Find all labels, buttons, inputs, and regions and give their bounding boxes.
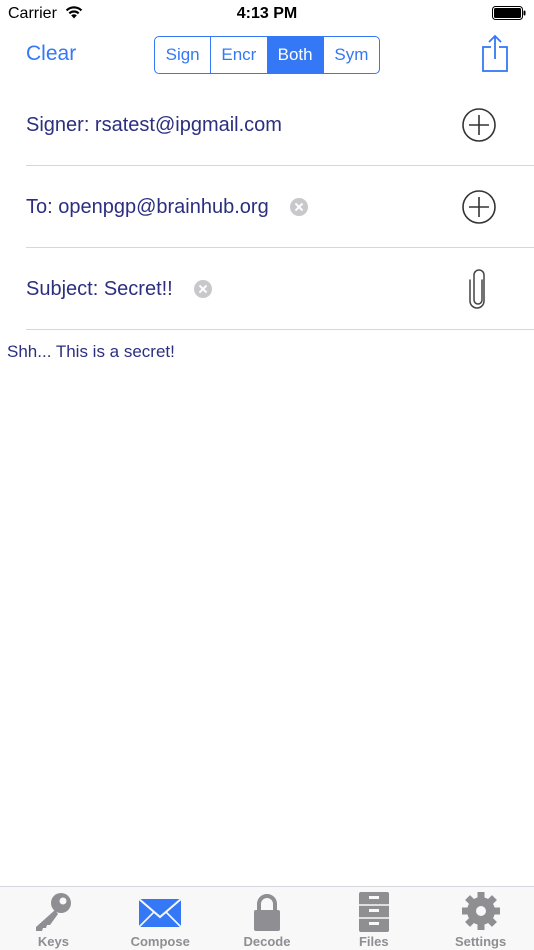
- add-recipient-icon[interactable]: [461, 189, 497, 225]
- tab-files[interactable]: Files: [320, 887, 427, 950]
- subject-row[interactable]: Subject: Secret!!: [26, 248, 534, 330]
- signer-row[interactable]: Signer: rsatest@ipgmail.com: [26, 84, 534, 166]
- tab-keys[interactable]: Keys: [0, 887, 107, 950]
- signer-label: Signer: rsatest@ipgmail.com: [26, 113, 282, 136]
- tab-compose-label: Compose: [130, 934, 190, 949]
- clear-recipient-icon[interactable]: [289, 198, 308, 216]
- key-icon: [36, 893, 72, 931]
- file-cabinet-icon: [358, 892, 389, 932]
- status-bar: Carrier 4:13 PM: [0, 0, 534, 28]
- battery-icon: [492, 6, 526, 20]
- lock-icon: [253, 894, 280, 931]
- tab-settings[interactable]: Settings: [427, 887, 534, 950]
- share-icon[interactable]: [480, 34, 510, 74]
- subject-label: Subject: Secret!!: [26, 277, 173, 300]
- recipient-row[interactable]: To: openpgp@brainhub.org: [26, 166, 534, 248]
- tab-bar: Keys Compose Decode Files Settings: [0, 886, 534, 950]
- mode-segmented-control[interactable]: Sign Encr Both Sym: [154, 36, 380, 74]
- paperclip-icon[interactable]: [461, 268, 497, 310]
- clock: 4:13 PM: [236, 5, 298, 22]
- tab-decode-label: Decode: [243, 934, 291, 949]
- recipient-field[interactable]: To: openpgp@brainhub.org: [26, 166, 308, 248]
- tab-decode[interactable]: Decode: [214, 887, 321, 950]
- tab-files-label: Files: [358, 934, 389, 949]
- tab-keys-label: Keys: [37, 934, 69, 949]
- clear-button[interactable]: Clear: [26, 42, 76, 66]
- signer-field[interactable]: Signer: rsatest@ipgmail.com: [26, 84, 282, 166]
- segment-both[interactable]: Both: [266, 37, 323, 73]
- gear-icon: [461, 892, 500, 930]
- tab-compose[interactable]: Compose: [107, 887, 214, 950]
- envelope-icon: [138, 898, 182, 928]
- segment-encr[interactable]: Encr: [210, 37, 266, 73]
- recipient-label: To: openpgp@brainhub.org: [26, 195, 269, 218]
- tab-settings-label: Settings: [454, 934, 507, 949]
- segment-sym[interactable]: Sym: [322, 37, 379, 73]
- subject-field[interactable]: Subject: Secret!!: [26, 248, 212, 330]
- segment-sign[interactable]: Sign: [155, 37, 210, 73]
- add-signer-icon[interactable]: [461, 107, 497, 143]
- clear-subject-icon[interactable]: [193, 280, 212, 298]
- message-body[interactable]: Shh... This is a secret!: [7, 342, 175, 362]
